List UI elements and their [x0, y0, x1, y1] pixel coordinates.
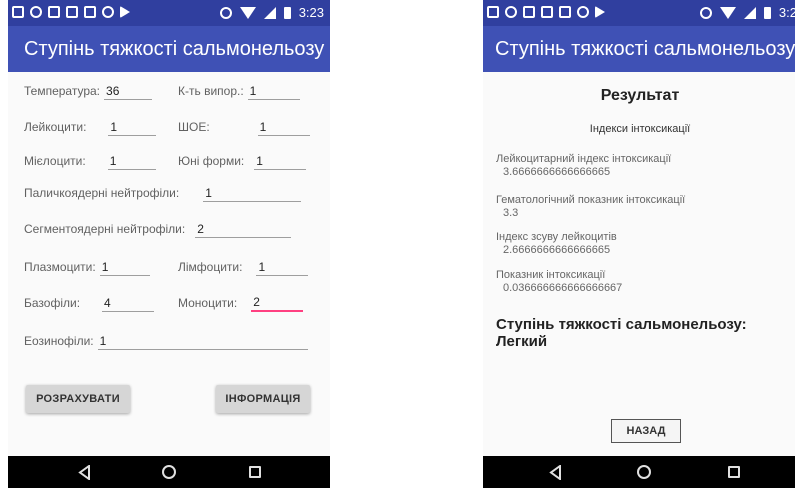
signal-icon	[263, 6, 276, 19]
segmented-neutrophils-input[interactable]	[195, 220, 292, 238]
play-store-icon	[120, 6, 130, 18]
index-label: Лейкоцитарний індекс інтоксикації	[496, 153, 672, 165]
leukocytes-label: Лейкоцити:	[24, 120, 87, 134]
app-title-right: Ступінь тяжкості сальмонельозу	[483, 26, 795, 72]
settings-icon	[577, 6, 589, 18]
app-title: Ступінь тяжкості сальмонельозу	[8, 26, 330, 72]
input-form: Температура: К-ть випор.: Лейкоцити: ШОЕ…	[8, 72, 330, 456]
signal-icon	[743, 6, 756, 19]
calculate-button[interactable]: РОЗРАХУВАТИ	[26, 385, 130, 413]
video-icon	[48, 6, 60, 18]
battery-icon	[763, 6, 771, 19]
notification-icons	[12, 6, 130, 18]
navigation-bar-right	[483, 456, 795, 488]
index-value: 2.6666666666666665	[503, 244, 611, 256]
lymphocytes-field: Лімфоцити:	[178, 258, 309, 276]
index-value: 3.3	[503, 207, 519, 219]
young-forms-input[interactable]	[254, 152, 307, 170]
play-store-icon	[595, 6, 605, 18]
back-button[interactable]: НАЗАД	[611, 419, 681, 443]
status-time: 3:2	[778, 5, 795, 20]
young-forms-field: Юні форми:	[178, 152, 307, 170]
temperature-field: Температура:	[24, 82, 153, 100]
settings-icon	[102, 6, 114, 18]
gallery-icon	[12, 6, 24, 18]
result-title: Результат	[600, 87, 680, 104]
index-label: Індекс зсуву лейкоцитів	[496, 231, 617, 243]
mail-icon	[84, 6, 96, 18]
temperature-input[interactable]	[104, 82, 153, 100]
home-nav-icon[interactable]	[637, 465, 651, 479]
eosinophils-input[interactable]	[97, 332, 308, 350]
video-icon-2	[541, 6, 553, 18]
band-neutrophils-label: Паличкоядерні нейтрофіли:	[24, 186, 180, 200]
monocytes-field: Моноцити:	[178, 294, 304, 312]
home-nav-icon[interactable]	[162, 465, 176, 479]
band-neutrophils-input[interactable]	[203, 184, 302, 202]
back-nav-icon[interactable]	[549, 465, 562, 480]
segmented-neutrophils-field: Сегментоядерні нейтрофіли:	[24, 220, 292, 238]
leukocytes-input[interactable]	[108, 118, 157, 136]
myelocytes-input[interactable]	[107, 152, 156, 170]
wifi-icon	[719, 6, 736, 19]
video-icon	[523, 6, 535, 18]
sync-icon	[505, 6, 517, 18]
evap-coef-input[interactable]	[247, 82, 300, 100]
leukocytes-field: Лейкоцити:	[24, 118, 157, 136]
status-bar: 3:23	[8, 0, 330, 26]
sync-icon	[30, 6, 42, 18]
eosinophils-field: Еозинофіли:	[24, 332, 308, 350]
battery-icon	[283, 6, 291, 19]
lymphocytes-input[interactable]	[256, 258, 309, 276]
lymphocytes-label: Лімфоцити:	[178, 260, 243, 274]
basophils-label: Базофіли:	[24, 296, 81, 310]
esr-input[interactable]	[257, 118, 310, 136]
esr-label: ШОЕ:	[178, 120, 210, 134]
myelocytes-field: Мієлоцити:	[24, 152, 156, 170]
status-time: 3:23	[298, 5, 324, 20]
mail-icon	[559, 6, 571, 18]
wifi-icon	[239, 6, 256, 19]
input-screen: 3:23 Ступінь тяжкості сальмонельозу Темп…	[8, 0, 330, 488]
gallery-icon	[487, 6, 499, 18]
evap-coef-field: К-ть випор.:	[178, 82, 300, 100]
evap-coef-label: К-ть випор.:	[178, 84, 244, 98]
result-screen: 3:2 Ступінь тяжкості сальмонельозу Резул…	[483, 0, 795, 488]
back-nav-icon[interactable]	[78, 465, 91, 480]
eosinophils-label: Еозинофіли:	[24, 334, 94, 348]
navigation-bar	[8, 456, 330, 488]
severity-result: Ступінь тяжкості сальмонельозу: Легкий	[496, 316, 747, 350]
monocytes-input[interactable]	[251, 294, 304, 312]
notification-icons-right	[487, 6, 605, 18]
info-button[interactable]: ІНФОРМАЦІЯ	[216, 385, 310, 413]
segmented-neutrophils-label: Сегментоядерні нейтрофіли:	[24, 222, 186, 236]
alarm-icon	[219, 6, 232, 19]
plasmocytes-label: Плазмоцити:	[24, 260, 96, 274]
plasmocytes-input[interactable]	[99, 258, 150, 276]
basophils-input[interactable]	[102, 294, 155, 312]
recent-apps-icon[interactable]	[728, 466, 740, 478]
myelocytes-label: Мієлоцити:	[24, 154, 86, 168]
index-label: Показник інтоксикації	[496, 269, 606, 281]
index-value: 0.036666666666666667	[503, 282, 623, 294]
band-neutrophils-field: Паличкоядерні нейтрофіли:	[24, 184, 302, 202]
result-subtitle: Індекси інтоксикації	[589, 123, 691, 135]
recent-apps-icon[interactable]	[249, 466, 261, 478]
plasmocytes-field: Плазмоцити:	[24, 258, 150, 276]
young-forms-label: Юні форми:	[178, 154, 245, 168]
video-icon-2	[66, 6, 78, 18]
result-content: Результат Індекси інтоксикації Лейкоцита…	[483, 72, 795, 456]
monocytes-label: Моноцити:	[178, 296, 238, 310]
temperature-label: Температура:	[24, 84, 101, 98]
alarm-icon	[699, 6, 712, 19]
status-bar-right: 3:2	[483, 0, 795, 26]
basophils-field: Базофіли:	[24, 294, 155, 312]
esr-field: ШОЕ:	[178, 118, 310, 136]
index-label: Гематологічний показник інтоксикації	[496, 194, 686, 206]
index-value: 3.6666666666666665	[503, 166, 611, 178]
